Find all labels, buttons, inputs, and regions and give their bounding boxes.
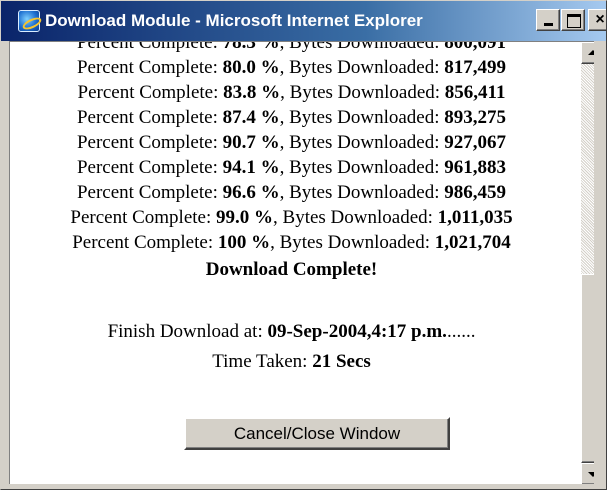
percent-value: 90.7 % [222, 132, 280, 153]
percent-label: Percent Complete: [76, 57, 218, 78]
time-taken-label: Time Taken: [212, 351, 308, 372]
percent-value: 96.6 % [222, 182, 280, 203]
button-row: Cancel/Close Window [10, 377, 573, 463]
percent-value: 83.8 % [223, 82, 281, 103]
finish-label: Finish Download at: [107, 321, 263, 342]
bytes-label: , Bytes Downloaded: [273, 207, 433, 228]
finish-value: 09-Sep-2004,4:17 p.m. [267, 321, 447, 342]
progress-row: Percent Complete: 87.4 %, Bytes Download… [10, 105, 573, 130]
bytes-value: 927,067 [444, 132, 507, 153]
percent-value: 99.0 % [216, 207, 274, 228]
progress-row: Percent Complete: 83.8 %, Bytes Download… [10, 80, 573, 105]
bytes-label: , Bytes Downloaded: [279, 57, 440, 78]
bytes-value: 1,021,704 [434, 232, 511, 253]
progress-log: Percent Complete: 78.3 %, Bytes Download… [10, 41, 573, 255]
minimize-button[interactable] [536, 9, 560, 31]
bytes-value: 800,091 [444, 41, 507, 53]
percent-value: 100 % [217, 232, 271, 253]
close-icon: × [595, 11, 605, 28]
cancel-close-window-button[interactable]: Cancel/Close Window [184, 417, 450, 450]
title-bar[interactable]: Download Module - Microsoft Internet Exp… [1, 1, 606, 41]
download-status: Percent Complete: 78.3 %, Bytes Download… [10, 41, 573, 463]
vertical-scrollbar[interactable] [581, 42, 594, 484]
time-taken-line: Time Taken: 21 Secs [10, 347, 573, 377]
bytes-label: , Bytes Downloaded: [279, 157, 440, 178]
bytes-label: , Bytes Downloaded: [280, 82, 441, 103]
bytes-label: , Bytes Downloaded: [279, 41, 440, 53]
internet-explorer-icon[interactable] [18, 10, 40, 32]
finish-suffix: ...... [446, 321, 476, 342]
bytes-value: 986,459 [444, 182, 507, 203]
window-title: Download Module - Microsoft Internet Exp… [45, 11, 423, 30]
progress-row: Percent Complete: 80.0 %, Bytes Download… [10, 55, 573, 80]
percent-label: Percent Complete: [76, 107, 218, 128]
close-button[interactable]: × [588, 9, 606, 31]
browser-window: Download Module - Microsoft Internet Exp… [0, 0, 607, 490]
progress-row: Percent Complete: 90.7 %, Bytes Download… [10, 130, 573, 155]
percent-value: 87.4 % [222, 107, 280, 128]
bytes-value: 856,411 [444, 82, 506, 103]
progress-row: Percent Complete: 100 %, Bytes Downloade… [10, 230, 573, 255]
bytes-label: , Bytes Downloaded: [279, 107, 440, 128]
percent-label: Percent Complete: [76, 132, 218, 153]
percent-label: Percent Complete: [76, 41, 218, 53]
bytes-label: , Bytes Downloaded: [279, 182, 440, 203]
download-complete-message: Download Complete! [205, 259, 378, 280]
bytes-value: 1,011,035 [437, 207, 513, 228]
progress-row: Percent Complete: 96.6 %, Bytes Download… [10, 180, 573, 205]
percent-value: 78.3 % [222, 41, 280, 53]
scrollbar-thumb[interactable] [581, 274, 594, 463]
percent-label: Percent Complete: [77, 82, 219, 103]
progress-row: Percent Complete: 94.1 %, Bytes Download… [10, 155, 573, 180]
percent-value: 80.0 % [222, 57, 280, 78]
scroll-down-icon[interactable] [581, 463, 594, 484]
maximize-button[interactable] [561, 9, 585, 31]
percent-label: Percent Complete: [76, 182, 218, 203]
scroll-up-icon[interactable] [581, 42, 594, 64]
percent-value: 94.1 % [222, 157, 280, 178]
percent-label: Percent Complete: [72, 232, 214, 253]
finish-time-line: Finish Download at: 09-Sep-2004,4:17 p.m… [10, 317, 573, 347]
bytes-label: , Bytes Downloaded: [270, 232, 431, 253]
progress-row: Percent Complete: 99.0 %, Bytes Download… [10, 205, 573, 230]
bytes-value: 817,499 [444, 57, 507, 78]
progress-row: Percent Complete: 78.3 %, Bytes Download… [10, 41, 573, 55]
percent-label: Percent Complete: [70, 207, 212, 228]
bytes-value: 961,883 [444, 157, 507, 178]
bytes-label: , Bytes Downloaded: [279, 132, 440, 153]
page-content-area: Percent Complete: 78.3 %, Bytes Download… [9, 41, 594, 484]
time-taken-value: 21 Secs [312, 351, 371, 372]
percent-label: Percent Complete: [76, 157, 218, 178]
bytes-value: 893,275 [444, 107, 507, 128]
